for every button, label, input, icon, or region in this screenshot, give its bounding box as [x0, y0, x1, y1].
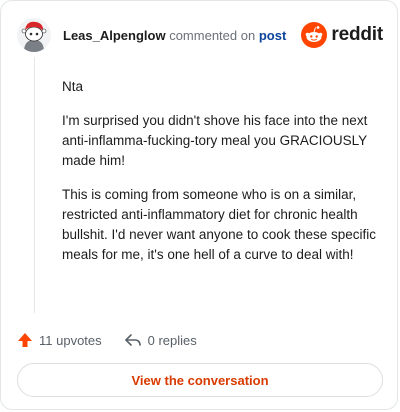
comment-paragraph: Nta	[62, 79, 84, 94]
view-conversation-button[interactable]: View the conversation	[17, 363, 383, 397]
comment-meta: Leas_Alpenglow commented on post	[63, 28, 286, 43]
thread-line	[34, 57, 35, 313]
reply-stat[interactable]: 0 replies	[124, 332, 197, 348]
user-avatar[interactable]	[17, 18, 51, 52]
upvote-stat[interactable]: 11 upvotes	[17, 332, 102, 348]
upvote-count: 11 upvotes	[39, 332, 102, 348]
action-text: commented on	[169, 27, 256, 43]
comment-body: Nta I'm surprised you didn't shove his f…	[62, 77, 384, 279]
reddit-logo-icon	[301, 22, 328, 48]
comment-paragraph: This is coming from someone who is on a …	[62, 187, 377, 262]
upvote-arrow-icon	[18, 333, 32, 347]
reply-count: 0 replies	[147, 332, 197, 348]
reddit-brand[interactable]: reddit	[301, 22, 383, 48]
snoo-avatar-icon	[17, 18, 51, 52]
username-link[interactable]: Leas_Alpenglow	[63, 28, 166, 43]
comment-footer: 11 upvotes 0 replies	[17, 329, 197, 351]
reddit-wordmark: reddit	[331, 24, 383, 45]
comment-embed-card: Leas_Alpenglow commented on post reddit …	[0, 0, 398, 410]
reply-arrow-icon	[124, 334, 141, 346]
comment-header: Leas_Alpenglow commented on post reddit	[17, 15, 383, 55]
post-link[interactable]: post	[259, 28, 286, 43]
comment-paragraph: I'm surprised you didn't shove his face …	[62, 113, 368, 168]
